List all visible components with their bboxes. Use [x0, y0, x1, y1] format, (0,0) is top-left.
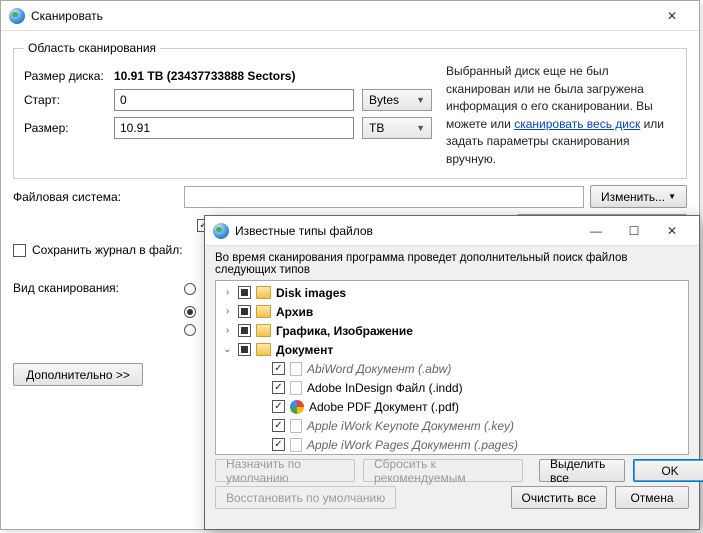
collapse-icon[interactable]: ⌄	[222, 344, 233, 355]
file-icon	[290, 438, 302, 452]
folder-icon	[256, 305, 271, 318]
expand-icon[interactable]: ›	[222, 325, 233, 336]
tree-checkbox[interactable]	[272, 381, 285, 394]
tree-checkbox[interactable]	[272, 438, 285, 451]
ok-button[interactable]: OK	[633, 459, 703, 482]
tree-label: Apple iWork Keynote Документ (.key)	[307, 419, 514, 433]
chevron-down-icon: ▼	[668, 192, 676, 201]
tree-checkbox[interactable]	[272, 400, 285, 413]
tree-label: Apple iWork Pages Документ (.pages)	[307, 438, 518, 452]
tree-label: AbiWord Документ (.abw)	[307, 362, 451, 376]
size-unit-dropdown[interactable]: ТВ▼	[362, 117, 432, 139]
folder-icon	[256, 343, 271, 356]
scan-type-radio-1[interactable]	[184, 283, 196, 295]
child-description: Во время сканирования программа проведет…	[215, 252, 689, 276]
restore-button[interactable]: Восстановить по умолчанию	[215, 486, 396, 509]
tree-item[interactable]: AbiWord Документ (.abw)	[216, 359, 688, 378]
expand-icon[interactable]: ›	[222, 287, 233, 298]
scan-type-radio-2[interactable]	[184, 306, 196, 318]
tree-label: Документ	[276, 343, 333, 357]
scan-type-radio-3[interactable]	[184, 324, 196, 336]
disk-size-value: 10.91 TB (23437733888 Sectors)	[114, 69, 295, 83]
scan-type-label: Вид сканирования:	[13, 281, 178, 295]
chevron-down-icon: ▼	[416, 95, 425, 105]
scan-info-text: Выбранный диск еще не был сканирован или…	[446, 63, 676, 168]
tree-label: Архив	[276, 305, 313, 319]
cancel-button[interactable]: Отмена	[615, 486, 689, 509]
chevron-down-icon: ▼	[416, 123, 425, 133]
change-button[interactable]: Изменить... ▼	[590, 185, 687, 208]
size-input[interactable]	[114, 117, 354, 139]
child-window-title: Известные типы файлов	[235, 224, 577, 238]
app-icon	[9, 8, 25, 24]
tree-checkbox[interactable]	[272, 419, 285, 432]
tree-folder[interactable]: › Графика, Изображение	[216, 321, 688, 340]
scan-area-legend: Область сканирования	[24, 41, 160, 55]
tree-label: Disk images	[276, 286, 346, 300]
tree-item[interactable]: Apple iWork Keynote Документ (.key)	[216, 416, 688, 435]
tree-label: Графика, Изображение	[276, 324, 413, 338]
expand-icon[interactable]: ›	[222, 306, 233, 317]
start-label: Старт:	[24, 93, 106, 107]
close-icon[interactable]: ✕	[653, 2, 691, 30]
window-title: Сканировать	[31, 9, 653, 23]
tree-checkbox[interactable]	[238, 286, 251, 299]
folder-icon	[256, 286, 271, 299]
tree-item[interactable]: Apple iWork Pages Документ (.pages)	[216, 435, 688, 454]
tree-checkbox[interactable]	[238, 305, 251, 318]
tree-item[interactable]: Apple iWork Документ	[216, 454, 688, 455]
folder-icon	[256, 324, 271, 337]
file-icon	[290, 381, 302, 395]
start-input[interactable]	[114, 89, 354, 111]
advanced-button[interactable]: Дополнительно >>	[13, 363, 143, 386]
tree-folder[interactable]: › Архив	[216, 302, 688, 321]
tree-checkbox[interactable]	[272, 362, 285, 375]
close-icon[interactable]: ✕	[653, 217, 691, 245]
tree-item[interactable]: Adobe InDesign Файл (.indd)	[216, 378, 688, 397]
size-label: Размер:	[24, 121, 106, 135]
clear-all-button[interactable]: Очистить все	[511, 486, 607, 509]
minimize-icon[interactable]: ―	[577, 217, 615, 245]
tree-folder[interactable]: › Disk images	[216, 283, 688, 302]
file-icon	[290, 362, 302, 376]
tree-item[interactable]: Adobe PDF Документ (.pdf)	[216, 397, 688, 416]
child-titlebar: Известные типы файлов ― ☐ ✕	[205, 216, 699, 246]
filesystem-label: Файловая система:	[13, 190, 178, 204]
tree-folder[interactable]: ⌄ Документ	[216, 340, 688, 359]
file-icon	[290, 419, 302, 433]
app-icon	[213, 223, 229, 239]
chrome-icon	[290, 400, 304, 414]
tree-checkbox[interactable]	[238, 343, 251, 356]
filesystem-input[interactable]	[184, 186, 584, 208]
filetype-tree[interactable]: › Disk images › Архив › Графика, Изображение ⌄…	[215, 280, 689, 455]
known-types-window: Известные типы файлов ― ☐ ✕ Во время ска…	[204, 215, 700, 530]
set-defaults-button[interactable]: Назначить по умолчанию	[215, 459, 355, 482]
tree-label: Adobe PDF Документ (.pdf)	[309, 400, 459, 414]
scan-full-disk-link[interactable]: сканировать весь диск	[514, 117, 640, 131]
save-log-checkbox[interactable]	[13, 244, 26, 257]
select-all-button[interactable]: Выделить все	[539, 459, 625, 482]
reset-button[interactable]: Сбросить к рекомендуемым	[363, 459, 523, 482]
start-unit-dropdown[interactable]: Bytes▼	[362, 89, 432, 111]
maximize-icon[interactable]: ☐	[615, 217, 653, 245]
titlebar: Сканировать ✕	[1, 1, 699, 31]
scan-area-group: Область сканирования Размер диска: 10.91…	[13, 41, 687, 179]
tree-checkbox[interactable]	[238, 324, 251, 337]
save-log-label: Сохранить журнал в файл:	[32, 243, 184, 257]
disk-size-label: Размер диска:	[24, 69, 106, 83]
tree-label: Adobe InDesign Файл (.indd)	[307, 381, 463, 395]
